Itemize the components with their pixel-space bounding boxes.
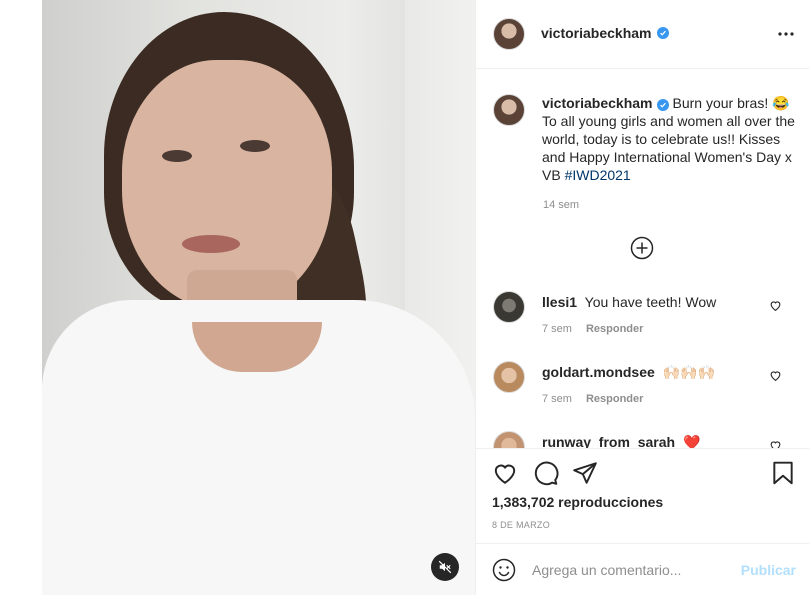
more-options-button[interactable] [776,24,796,44]
comment-time[interactable]: 7 sem [542,393,572,405]
reply-button[interactable]: Responder [586,323,643,335]
comment-text-row: llesi1 You have teeth! Wow [542,293,762,311]
commenter-username[interactable]: llesi1 [542,294,577,310]
author-name-row: victoriabeckham [541,25,669,41]
comment-text-row: runway_from_sarah ❤️ [542,433,762,448]
video-eye-left [162,150,192,162]
comment-meta: 7 sem Responder [542,323,643,335]
caption-hashtag-link[interactable]: #IWD2021 [565,167,631,183]
bookmark-icon[interactable] [770,460,796,486]
post-date[interactable]: 8 DE MARZO [492,520,550,530]
comments-area[interactable]: victoriabeckham Burn your bras! 😂 To all … [476,70,809,448]
comment-item: runway_from_sarah ❤️ [476,431,809,448]
view-count[interactable]: 1,383,702 reproducciones [492,494,663,510]
comment-text-row: goldart.mondsee 🙌🏻🙌🏻🙌🏻 [542,363,762,381]
commenter-avatar[interactable] [493,361,525,393]
comment-bubble-icon[interactable] [533,460,559,486]
post-header: victoriabeckham [476,0,809,69]
commenter-username[interactable]: goldart.mondsee [542,364,655,380]
comment-heart-icon[interactable] [769,299,782,312]
publish-button[interactable]: Publicar [741,562,796,578]
author-avatar[interactable] [493,18,525,50]
comment-text: ❤️ [682,434,701,448]
add-comment-bar: Publicar [476,543,809,595]
verified-badge-icon [656,27,669,39]
left-gutter [0,0,42,595]
caption-username[interactable]: victoriabeckham [542,95,653,111]
commenter-avatar[interactable] [493,431,525,448]
verified-badge-icon [656,99,669,111]
post-actions: 1,383,702 reproducciones 8 DE MARZO [476,448,809,543]
comment-input[interactable] [532,560,732,580]
comment-item: llesi1 You have teeth! Wow 7 sem Respond… [476,291,809,353]
comment-text: 🙌🏻🙌🏻🙌🏻 [662,364,715,380]
mute-button[interactable] [431,553,459,581]
post-side-panel: victoriabeckham victoriabeckham Burn your… [475,0,809,595]
more-horizontal-icon [778,32,794,36]
caption-timestamp[interactable]: 14 sem [543,199,579,211]
instagram-post-page: victoriabeckham victoriabeckham Burn your… [0,0,809,595]
comment-time[interactable]: 7 sem [542,323,572,335]
caption-author-avatar[interactable] [493,94,525,126]
comment-meta: 7 sem Responder [542,393,643,405]
comment-text: You have teeth! Wow [584,294,717,310]
comment-heart-icon[interactable] [769,369,782,382]
paper-plane-icon[interactable] [572,460,598,486]
commenter-avatar[interactable] [493,291,525,323]
video-mouth [182,235,240,253]
load-more-comments-button[interactable] [630,236,654,260]
comment-heart-icon[interactable] [769,439,782,448]
emoji-smile-icon[interactable] [492,558,516,582]
commenter-username[interactable]: runway_from_sarah [542,434,675,448]
heart-icon[interactable] [492,460,518,486]
reply-button[interactable]: Responder [586,393,643,405]
author-username[interactable]: victoriabeckham [541,25,652,41]
speaker-muted-icon [438,560,452,574]
video-eye-right [240,140,270,152]
post-caption: victoriabeckham Burn your bras! 😂 To all … [542,94,796,184]
plus-circle-icon [630,236,654,260]
comment-item: goldart.mondsee 🙌🏻🙌🏻🙌🏻 7 sem Responder [476,361,809,423]
post-video[interactable] [42,0,475,595]
